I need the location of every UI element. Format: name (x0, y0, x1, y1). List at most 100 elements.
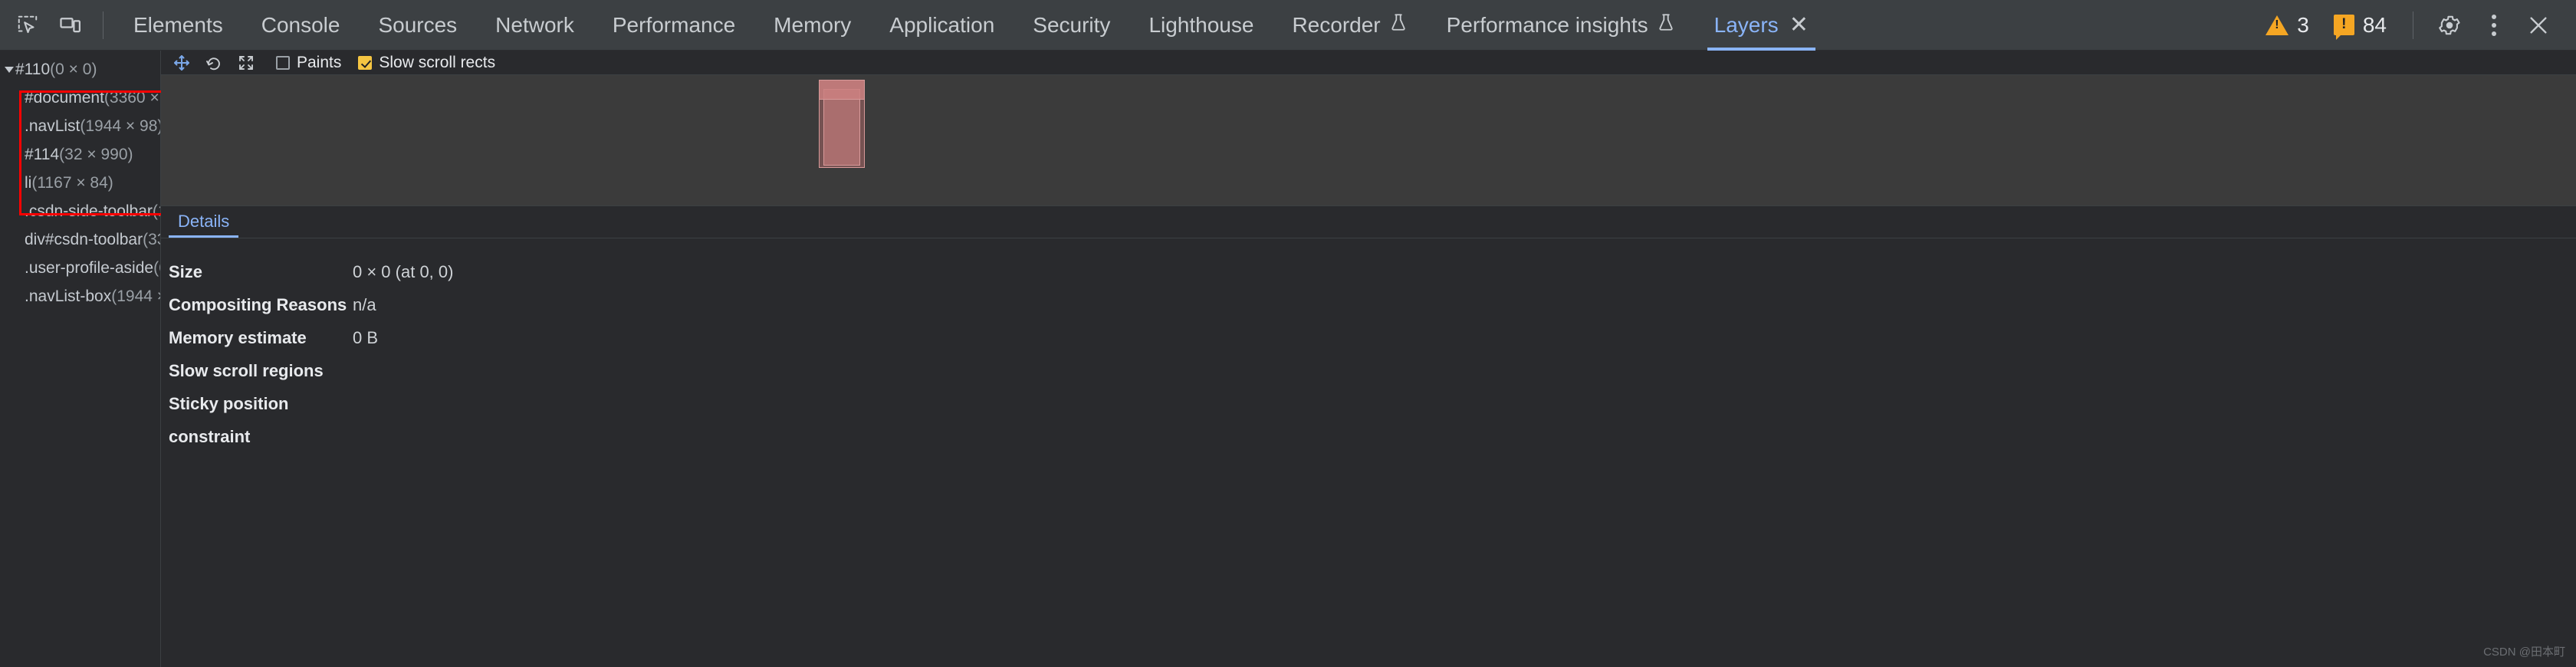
tab-layers[interactable]: Layers ✕ (1695, 0, 1828, 51)
details-panel: Details Size 0 × 0 (at 0, 0) Compositing… (161, 205, 2576, 667)
details-rows: Size 0 × 0 (at 0, 0) Compositing Reasons… (161, 238, 2576, 453)
pan-tool-icon[interactable] (169, 52, 195, 74)
layer-tree-item[interactable]: .navList-box(1944 × 6060) (17, 282, 160, 310)
warning-triangle-icon (2266, 15, 2289, 35)
layer-name: .navList (25, 117, 80, 135)
layer-name: .navList-box (25, 288, 112, 305)
tab-performance-insights[interactable]: Performance insights (1428, 0, 1695, 51)
layer-name: #110 (15, 61, 51, 78)
slow-scroll-rects-label: Slow scroll rects (379, 53, 496, 71)
detail-key: Slow scroll regions (169, 361, 324, 380)
reset-view-icon[interactable] (233, 52, 259, 74)
gear-icon[interactable] (2429, 5, 2470, 46)
tab-network[interactable]: Network (476, 0, 593, 51)
warning-badge[interactable]: 3 (2255, 13, 2320, 38)
tab-label: Recorder (1292, 12, 1381, 37)
paints-label: Paints (297, 53, 342, 71)
layer-tree-panel[interactable]: #110(0 × 0) #document(3360 × 6970) .navL… (0, 51, 166, 667)
tab-label: Performance insights (1446, 12, 1648, 37)
device-toolbar-icon[interactable] (49, 4, 92, 47)
tab-label: Memory (774, 12, 852, 37)
layer-name: .csdn-side-toolbar (25, 202, 153, 220)
tab-sources[interactable]: Sources (359, 0, 476, 51)
tab-security[interactable]: Security (1014, 0, 1129, 51)
layer-tree-item[interactable]: .navList(1944 × 98) (17, 112, 160, 140)
layer-tree-item[interactable]: .csdn-side-toolbar(112 × 312) (17, 197, 160, 225)
layer-tree-item[interactable]: li(1167 × 84) (17, 169, 160, 197)
detail-value: 0 B (353, 328, 379, 347)
detail-key: Memory estimate (169, 328, 307, 347)
detail-value: 0 × 0 (at 0, 0) (353, 262, 454, 281)
detail-key: Size (169, 262, 203, 281)
detail-key: Sticky position constraint (169, 394, 289, 446)
layer-tree-item[interactable]: div#csdn-toolbar(3384 × 120) (17, 225, 160, 254)
detail-value: n/a (353, 295, 376, 314)
detail-row: Sticky position constraint (169, 387, 2576, 453)
layer-dimensions: (1167 × 84) (31, 174, 113, 192)
tab-label: Security (1033, 12, 1111, 37)
tab-label: Elements (133, 12, 223, 37)
layer-dimensions: (1944 × 6060) (111, 288, 160, 305)
issue-count: 84 (2362, 12, 2387, 37)
layer-name: li (25, 174, 32, 192)
layer-rect[interactable] (819, 80, 865, 100)
layer-tree-children: #document(3360 × 6970) .navList(1944 × 9… (0, 84, 160, 310)
layer-tree-item[interactable]: #114(32 × 990) (17, 140, 160, 169)
layer-name: #document (25, 89, 104, 107)
tab-lighthouse[interactable]: Lighthouse (1129, 0, 1273, 51)
layer-dimensions: (32 × 990) (59, 146, 133, 163)
tab-label: Performance (612, 12, 736, 37)
layer-dimensions: (3360 × 6970) (104, 89, 160, 107)
layer-tree-item[interactable]: #document(3360 × 6970) (17, 84, 160, 112)
layer-dimensions: (676 × 252) (153, 259, 160, 277)
tab-recorder[interactable]: Recorder (1273, 0, 1427, 51)
chevron-down-icon[interactable] (5, 67, 14, 74)
checkbox-box[interactable] (358, 55, 373, 70)
experiment-flask-icon (1388, 12, 1408, 38)
close-icon[interactable] (2518, 5, 2559, 46)
devtools-body: #110(0 × 0) #document(3360 × 6970) .navL… (0, 51, 2576, 667)
experiment-flask-icon (1656, 12, 1676, 38)
tab-label: Network (495, 12, 574, 37)
tab-application[interactable]: Application (870, 0, 1014, 51)
tabbar-right-controls: 3 84 (2255, 5, 2576, 46)
detail-row: Memory estimate 0 B (169, 321, 2576, 354)
layers-toolbar: Paints Slow scroll rects (161, 51, 2576, 75)
detail-key: Compositing Reasons (169, 295, 347, 314)
tab-label: Layers (1714, 12, 1779, 37)
detail-row: Compositing Reasons n/a (169, 288, 2576, 321)
tab-close-icon[interactable]: ✕ (1789, 13, 1809, 37)
layer-tree-root-row[interactable]: #110(0 × 0) (0, 55, 160, 84)
tab-performance[interactable]: Performance (593, 0, 754, 51)
detail-row: Slow scroll regions (169, 354, 2576, 387)
inspect-element-icon[interactable] (6, 4, 49, 47)
tab-label: Lighthouse (1148, 12, 1254, 37)
devtools-tabbar: Elements Console Sources Network Perform… (0, 0, 2576, 51)
issue-badge[interactable]: 84 (2323, 12, 2397, 40)
issue-box-icon (2333, 15, 2354, 40)
tab-label: Sources (378, 12, 458, 37)
kebab-menu-icon[interactable] (2473, 5, 2515, 46)
paints-checkbox[interactable]: Paints (276, 54, 341, 72)
checkbox-box[interactable] (276, 55, 290, 70)
tab-memory[interactable]: Memory (754, 0, 870, 51)
detail-row: Size 0 × 0 (at 0, 0) (169, 255, 2576, 288)
tab-details[interactable]: Details (169, 212, 239, 238)
layer-dimensions: (0 × 0) (50, 61, 97, 78)
layers-3d-viewport[interactable] (161, 75, 2576, 205)
tab-label: Application (889, 12, 995, 37)
slow-scroll-rects-checkbox[interactable]: Slow scroll rects (358, 54, 495, 72)
watermark: CSDN @田本町 (2483, 646, 2565, 659)
layer-tree-item[interactable]: .user-profile-aside(676 × 252) (17, 254, 160, 282)
layer-dimensions: (112 × 312) (152, 202, 160, 220)
tab-elements[interactable]: Elements (114, 0, 242, 51)
layer-rect[interactable] (823, 89, 860, 166)
warning-count: 3 (2297, 12, 2309, 37)
tab-label: Console (261, 12, 340, 37)
layer-dimensions: (3384 × 120) (143, 231, 160, 248)
layer-name: div#csdn-toolbar (25, 231, 143, 248)
tab-console[interactable]: Console (242, 0, 360, 51)
toolbar-divider (103, 11, 104, 39)
layer-name: .user-profile-aside (25, 259, 154, 277)
rotate-tool-icon[interactable] (201, 52, 227, 74)
